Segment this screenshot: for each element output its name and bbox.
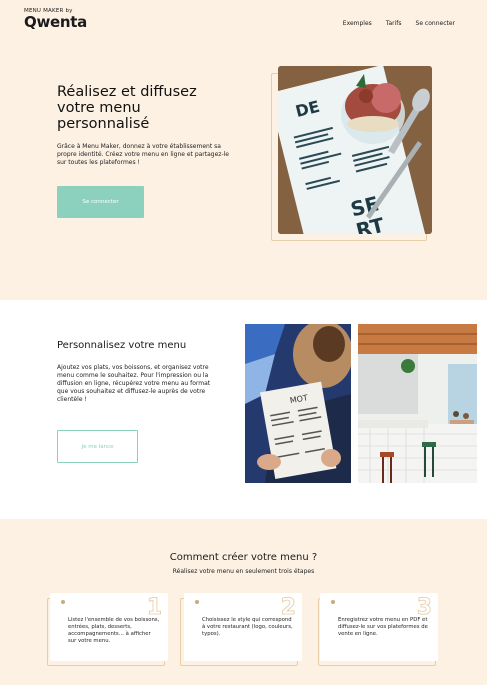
- hero-wave-divider: [0, 283, 487, 296]
- step-dot: [195, 600, 199, 604]
- nav-pricing[interactable]: Tarifs: [386, 20, 402, 27]
- get-started-button[interactable]: Je me lance: [57, 430, 138, 463]
- nav-examples[interactable]: Exemples: [343, 20, 372, 27]
- nav-login[interactable]: Se connecter: [416, 20, 455, 27]
- hero-login-button[interactable]: Se connecter: [57, 186, 144, 218]
- step-text: Choisissez le style qui correspond à vot…: [202, 617, 293, 637]
- steps-subtitle: Réalisez votre menu en seulement trois é…: [172, 568, 315, 575]
- personalize-description: Ajoutez vos plats, vos boissons, et orga…: [57, 364, 211, 403]
- step-dot: [61, 600, 65, 604]
- dessert-menu-photo: DE SE RT: [278, 66, 432, 234]
- step-card-3: 3 Enregistrez votre menu en PDF et diffu…: [320, 593, 438, 661]
- cafe-interior-photo: [358, 324, 477, 483]
- menu-in-hand-photo: MOT: [245, 324, 351, 483]
- step-card-2: 2 Choisissez le style qui correspond à v…: [184, 593, 302, 661]
- hero-title: Réalisez et diffusez votre menu personna…: [57, 84, 197, 132]
- step-card-1: 1 Listez l'ensemble de vos boissons, ent…: [50, 593, 168, 661]
- step-text: Listez l'ensemble de vos boissons, entré…: [68, 617, 160, 644]
- logo[interactable]: MENU MAKER by Qwenta: [24, 8, 87, 31]
- top-nav: Exemples Tarifs Se connecter: [343, 20, 455, 27]
- steps-title: Comment créer votre menu ?: [169, 552, 318, 563]
- personalize-title: Personnalisez votre menu: [57, 340, 187, 351]
- step-dot: [331, 600, 335, 604]
- hero-description: Grâce à Menu Maker, donnez à votre établ…: [57, 143, 229, 166]
- step-text: Enregistrez votre menu en PDF et diffuse…: [338, 617, 428, 637]
- logo-wordmark: Qwenta: [24, 13, 87, 31]
